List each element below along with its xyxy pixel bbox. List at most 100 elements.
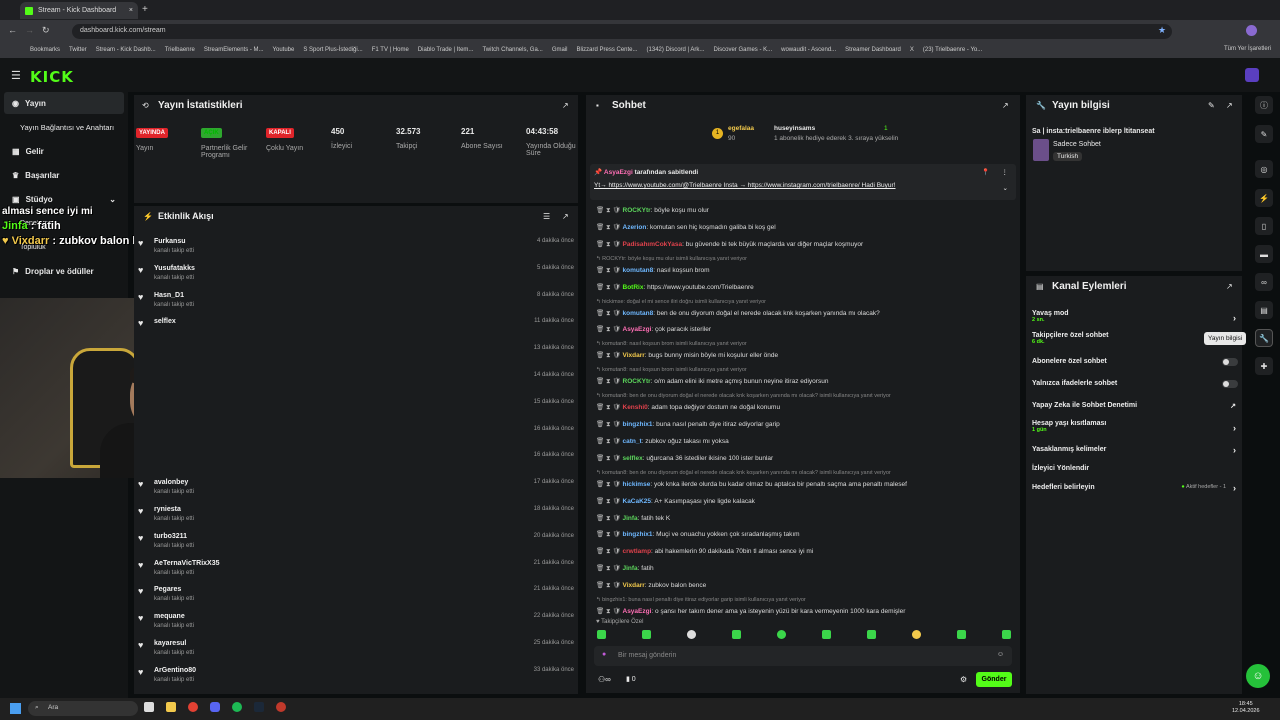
chat-message[interactable]: 🗑 ⧗ 🛡 bingzhix1: Muçi ve onuachu yokken … (596, 530, 1016, 539)
user-avatar[interactable] (1245, 68, 1259, 82)
support-chat-button[interactable]: ☺ (1246, 664, 1270, 688)
url-input[interactable]: dashboard.kick.com/stream (72, 24, 1172, 39)
reply-context[interactable]: ↰ ROCKYtr: böyle koşu mu olur isimli kul… (596, 256, 747, 262)
event-username[interactable]: mequane (154, 613, 185, 620)
chat-username[interactable]: Azerion (623, 224, 647, 231)
mod-actions-icon[interactable]: 🗑 ⧗ 🛡 (596, 326, 623, 333)
popout-icon[interactable]: ↗ (1002, 101, 1009, 110)
reply-context[interactable]: ↰ komutan8: nasıl koşsun brom isimli kul… (596, 367, 747, 373)
mod-actions-icon[interactable]: 🗑 ⧗ 🛡 (596, 284, 623, 291)
mod-actions-icon[interactable]: 🗑 ⧗ 🛡 (596, 438, 623, 445)
chat-message[interactable]: 🗑 ⧗ 🛡 AsyaEzgi: o şansı her takım dener … (596, 607, 1016, 616)
chat-message[interactable]: 🗑 ⧗ 🛡 ROCKYtr: böyle koşu mu olur (596, 206, 1016, 215)
sidebar-item-droplar[interactable]: ⚑ Droplar ve ödüller (4, 260, 124, 282)
list-icon[interactable]: ▤ (1255, 301, 1273, 319)
edit-icon[interactable]: ✎ (1208, 101, 1215, 110)
raid-row[interactable]: İzleyici Yönlendir (1032, 465, 1240, 472)
taskbar-app-icon[interactable] (232, 702, 242, 712)
bookmark-item[interactable]: Streamer Dashboard (845, 47, 901, 53)
chat-message[interactable]: 🗑 ⧗ 🛡 KaCaK25: A+ Kasımpaşası yine ligde… (596, 497, 1016, 506)
mod-actions-icon[interactable]: 🗑 ⧗ 🛡 (596, 421, 623, 428)
event-username[interactable]: turbo3211 (154, 533, 187, 540)
chat-message[interactable]: 🗑 ⧗ 🛡 PadisahımCokYasa: bu güvende bi te… (596, 240, 1016, 249)
chat-username[interactable]: catn_t (623, 438, 642, 445)
chat-username[interactable]: Jinfa (623, 565, 638, 572)
emote-icon[interactable] (822, 630, 831, 639)
toggle-switch[interactable] (1222, 358, 1238, 366)
taskbar-app-icon[interactable] (276, 702, 286, 712)
emote-only-row[interactable]: Yalnızca ifadelerle sohbet (1032, 380, 1240, 388)
chat-message[interactable]: 🗑 ⧗ 🛡 AsyaEzgi: çok paracık isteriler (596, 325, 1016, 334)
taskbar-search[interactable]: ⌕ Ara (28, 701, 138, 716)
bookmark-item[interactable]: Twitter (69, 47, 87, 53)
sidebar-item-yayin[interactable]: ◉ Yayın (4, 92, 124, 114)
emoji-icon[interactable]: ☺ (997, 651, 1004, 658)
mod-actions-icon[interactable]: 🗑 ⧗ 🛡 (596, 455, 623, 462)
event-username[interactable]: ArGentino80 (154, 667, 196, 674)
popout-icon[interactable]: ↗ (1226, 282, 1233, 291)
event-username[interactable]: avalonbey (154, 479, 188, 486)
reply-context[interactable]: ↰ hickimse: doğal el mi sence iliri doğr… (596, 299, 766, 305)
emote-icon[interactable] (1002, 630, 1011, 639)
chat-username[interactable]: hickimse (623, 481, 651, 488)
chat-users-icon[interactable]: ⚇∞ (598, 675, 611, 684)
back-icon[interactable]: ← (8, 25, 17, 35)
bookmark-item[interactable]: wowaudit - Ascend... (781, 47, 836, 53)
sidebar-item-stream-key[interactable]: Yayın Bağlantısı ve Anahtarı (4, 116, 124, 138)
mod-actions-icon[interactable]: 🗑 ⧗ 🛡 (596, 481, 623, 488)
mod-actions-icon[interactable]: 🗑 ⧗ 🛡 (596, 352, 623, 359)
pen-icon[interactable]: ✎ (1255, 125, 1273, 143)
goals-row[interactable]: Hedefleri belirleyin ● Aktif hedefler - 1… (1032, 483, 1240, 493)
bookmark-item[interactable]: Bookmarks (30, 47, 60, 53)
sidebar-item-gelir[interactable]: ▦ Gelir (4, 140, 124, 162)
chat-bubble-icon[interactable]: ▬ (1255, 245, 1273, 263)
chat-message[interactable]: 🗑 ⧗ 🛡 crwtlamp: abi hakemlerin 90 dakika… (596, 547, 1016, 556)
toggle-switch[interactable] (1222, 380, 1238, 388)
bookmark-star-icon[interactable]: ★ (1158, 25, 1166, 36)
mod-actions-icon[interactable]: 🗑 ⧗ 🛡 (596, 548, 623, 555)
popout-icon[interactable]: ↗ (1226, 101, 1233, 110)
mod-actions-icon[interactable]: 🗑 ⧗ 🛡 (596, 224, 623, 231)
settings-icon[interactable]: ⚙ (960, 675, 967, 684)
document-icon[interactable]: ▯ (1255, 217, 1273, 235)
event-username[interactable]: ryniesta (154, 506, 181, 513)
event-username[interactable]: Pegares (154, 586, 181, 593)
chat-message[interactable]: 🗑 ⧗ 🛡 ROCKYtr: o/m adam elini iki metre … (596, 377, 1016, 386)
chat-input[interactable]: ● Bir mesaj gönderin ☺ (594, 646, 1012, 666)
windows-start-icon[interactable] (10, 703, 21, 714)
chat-username[interactable]: komutan8 (623, 310, 654, 317)
event-username[interactable]: Furkansu (154, 238, 186, 245)
chat-username[interactable]: PadisahımCokYasa (623, 241, 683, 248)
chat-message[interactable]: 🗑 ⧗ 🛡 Vixdarr: bugs bunny misin böyle mi… (596, 351, 1016, 360)
mod-actions-icon[interactable]: 🗑 ⧗ 🛡 (596, 207, 623, 214)
profile-avatar[interactable] (1246, 25, 1257, 36)
chat-message[interactable]: 🗑 ⧗ 🛡 BotRix: https://www.youtube.com/Tr… (596, 283, 1016, 292)
subscribers-only-row[interactable]: Abonelere özel sohbet (1032, 358, 1240, 366)
chat-username[interactable]: selflex (623, 455, 643, 462)
event-username[interactable]: selflex (154, 318, 176, 325)
lightning-icon[interactable]: ⚡ (1255, 189, 1273, 207)
chevron-down-icon[interactable]: ⌄ (1003, 184, 1008, 192)
bookmark-item[interactable]: Gmail (552, 47, 568, 53)
event-username[interactable]: Hasn_D1 (154, 292, 184, 299)
mod-actions-icon[interactable]: 🗑 ⧗ 🛡 (596, 378, 623, 385)
bookmark-item[interactable]: X (910, 47, 914, 53)
pinned-text[interactable]: Yt→ https://www.youtube.com/@Trielbaenre… (594, 182, 896, 189)
wrench-icon[interactable]: 🔧 (1255, 329, 1273, 347)
taskbar-app-icon[interactable] (254, 702, 264, 712)
reply-context[interactable]: ↰ komutan8: nasıl koşsun brom isimli kul… (596, 341, 747, 347)
link-icon[interactable]: ∞ (1255, 273, 1273, 291)
taskbar-app-icon[interactable] (166, 702, 176, 712)
info-icon[interactable]: ⓘ (1255, 96, 1273, 114)
all-bookmarks[interactable]: Tüm Yer İşaretleri (1224, 46, 1271, 52)
more-icon[interactable]: ⋮ (1002, 168, 1009, 176)
mod-actions-icon[interactable]: 🗑 ⧗ 🛡 (596, 267, 623, 274)
chat-username[interactable]: Jinfa (623, 515, 638, 522)
chat-username[interactable]: bingzhix1 (623, 531, 653, 538)
send-button[interactable]: Gönder (976, 672, 1012, 687)
category-name[interactable]: Sadece Sohbet (1053, 141, 1101, 148)
close-tab-icon[interactable]: × (129, 7, 133, 14)
bookmark-item[interactable]: F1 TV | Home (372, 47, 409, 53)
bookmark-item[interactable]: Blizzard Press Cente... (576, 47, 637, 53)
bookmark-item[interactable]: Twitch Channels, Ga... (482, 47, 542, 53)
